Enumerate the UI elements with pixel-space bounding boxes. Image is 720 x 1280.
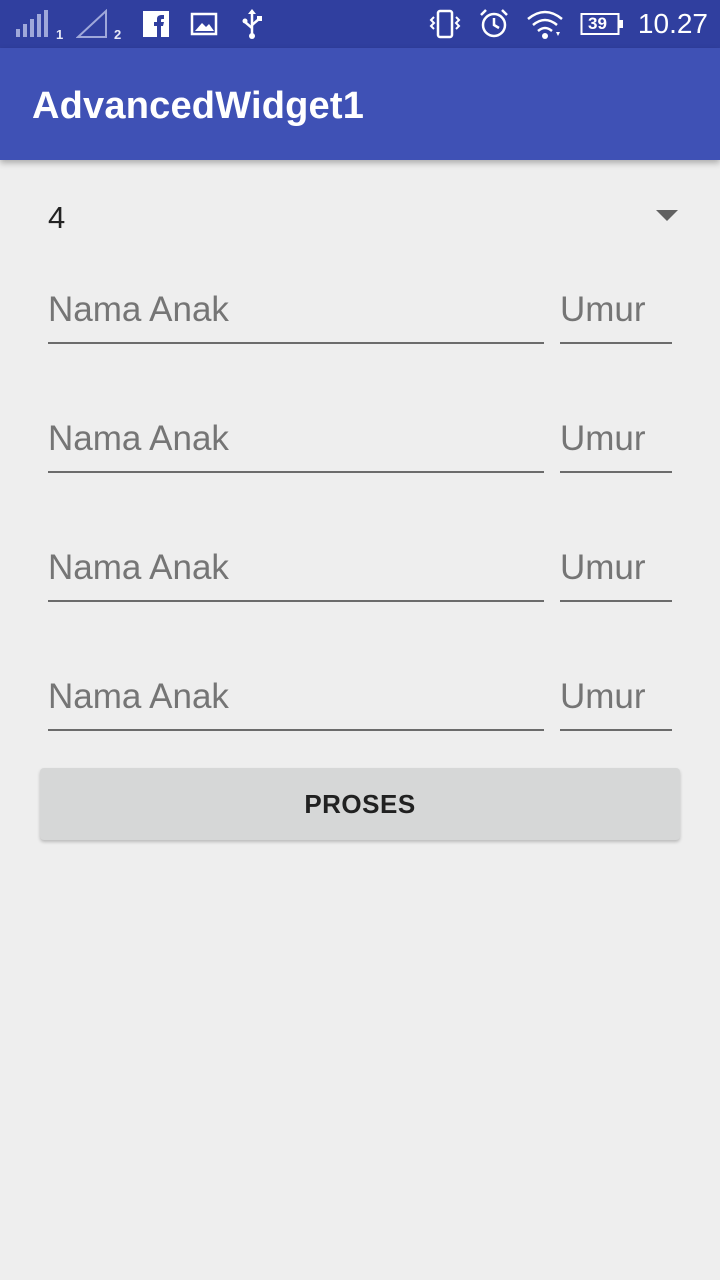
wifi-icon <box>526 0 564 48</box>
signal-sim2-icon <box>76 0 108 48</box>
child-row-2 <box>48 409 672 473</box>
dropdown-arrow-icon <box>656 210 678 221</box>
umur-input[interactable] <box>560 409 672 473</box>
nama-anak-input[interactable] <box>48 280 544 344</box>
gallery-icon <box>190 0 218 48</box>
battery-level: 39 <box>588 14 607 33</box>
app-bar: AdvancedWidget1 <box>0 48 720 160</box>
app-title: AdvancedWidget1 <box>32 85 365 127</box>
spinner-selected-value: 4 <box>48 200 66 235</box>
child-row-1 <box>48 280 672 344</box>
status-bar: 1 2 39 10.27 <box>0 0 720 48</box>
usb-icon <box>240 0 264 48</box>
vibrate-icon <box>428 0 462 48</box>
proses-button[interactable]: PROSES <box>40 768 680 840</box>
umur-input[interactable] <box>560 280 672 344</box>
facebook-icon <box>142 0 170 48</box>
signal-sim1-icon <box>14 0 50 48</box>
child-row-3 <box>48 538 672 602</box>
nama-anak-input[interactable] <box>48 409 544 473</box>
status-time: 10.27 <box>637 8 708 39</box>
umur-input[interactable] <box>560 667 672 731</box>
count-spinner[interactable]: 4 <box>40 186 688 250</box>
nama-anak-input[interactable] <box>48 667 544 731</box>
alarm-icon <box>478 0 510 48</box>
child-row-4 <box>48 667 672 731</box>
umur-input[interactable] <box>560 538 672 602</box>
nama-anak-input[interactable] <box>48 538 544 602</box>
